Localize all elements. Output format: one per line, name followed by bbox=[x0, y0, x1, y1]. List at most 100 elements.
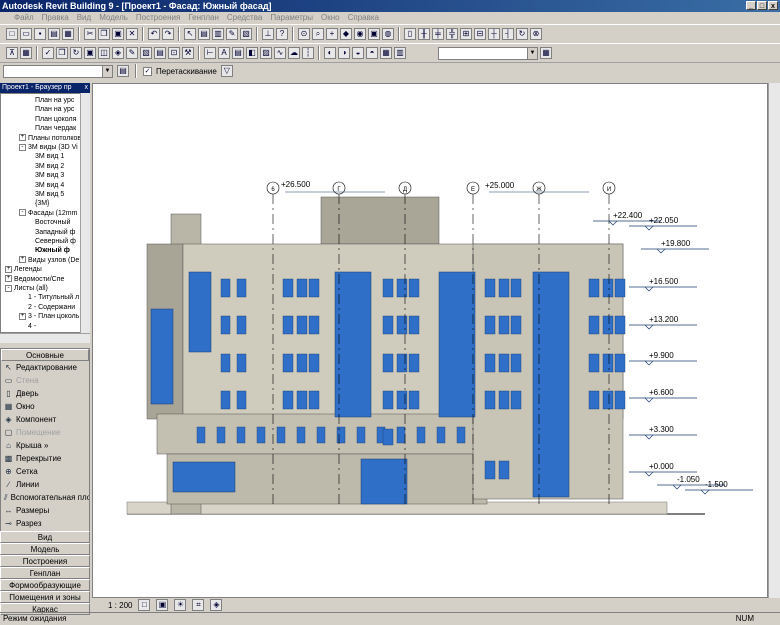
ungroup-icon[interactable]: ◫ bbox=[98, 47, 110, 59]
show-icon[interactable]: ▥ bbox=[394, 47, 406, 59]
array-icon[interactable]: ╬ bbox=[446, 28, 458, 40]
tab-basics[interactable]: Основные bbox=[1, 349, 89, 361]
mirror-icon[interactable]: ╪ bbox=[432, 28, 444, 40]
workset-icon[interactable]: ▦ bbox=[540, 47, 552, 59]
model-graphics-icon[interactable]: ▣ bbox=[156, 599, 169, 611]
open-icon[interactable]: ▭ bbox=[20, 28, 32, 40]
tool-lines[interactable]: ∕ Линии bbox=[1, 478, 89, 491]
offset-icon[interactable]: ┤ bbox=[502, 28, 514, 40]
camera-icon[interactable]: ◉ bbox=[354, 28, 366, 40]
insulation-icon[interactable]: ∿ bbox=[274, 47, 286, 59]
worksets-combo[interactable]: ▼ bbox=[438, 46, 538, 60]
type-selector[interactable]: ▼ bbox=[3, 64, 113, 78]
menu-site[interactable]: Генплан bbox=[188, 12, 219, 24]
copy-icon[interactable]: ❐ bbox=[98, 28, 110, 40]
paint-icon[interactable]: ▧ bbox=[140, 47, 152, 59]
symbol-icon[interactable]: ◧ bbox=[246, 47, 258, 59]
matchline-icon[interactable]: ┆ bbox=[302, 47, 314, 59]
tool-component[interactable]: ◈ Компонент bbox=[1, 413, 89, 426]
design-bar-tab[interactable]: Модель bbox=[0, 543, 90, 555]
split-face-icon[interactable]: ▤ bbox=[154, 47, 166, 59]
magnifier-icon[interactable]: ⌕ bbox=[312, 28, 324, 40]
design-bar-tab[interactable]: Генплан bbox=[0, 567, 90, 579]
design-bar-tab[interactable]: Вид bbox=[0, 531, 90, 543]
close-button[interactable]: x bbox=[768, 1, 778, 10]
project-browser-vscroll[interactable] bbox=[80, 93, 90, 333]
expand-icon[interactable]: + bbox=[19, 134, 26, 142]
drawing-area[interactable]: 6 Г Д Е Ж И +26.500 +25.000 +22.400 +22.050 +19.8… bbox=[92, 83, 768, 598]
project-browser-hscroll[interactable] bbox=[0, 333, 90, 343]
close-icon[interactable]: x bbox=[85, 83, 89, 93]
undo-icon[interactable]: ↶ bbox=[148, 28, 160, 40]
group-icon[interactable]: ▣ bbox=[84, 47, 96, 59]
menu-tools[interactable]: Средства bbox=[227, 12, 262, 24]
dimension-icon[interactable]: ⊼ bbox=[6, 47, 18, 59]
menu-model[interactable]: Модель bbox=[99, 12, 128, 24]
tool-grid[interactable]: ⊕ Сетка bbox=[1, 465, 89, 478]
tool-floor[interactable]: ▩ Перекрытие bbox=[1, 452, 89, 465]
section-box-icon[interactable]: ▯ bbox=[404, 28, 416, 40]
tool-window[interactable]: ▦ Окно bbox=[1, 400, 89, 413]
expand-icon[interactable]: + bbox=[5, 265, 12, 273]
tool-roof[interactable]: ⌂ Крыша » bbox=[1, 439, 89, 452]
help-icon[interactable]: ? bbox=[276, 28, 288, 40]
collapse-icon[interactable]: - bbox=[19, 209, 26, 217]
design-options-icon[interactable]: ◈ bbox=[112, 47, 124, 59]
project-browser-tree[interactable]: План на урс План на урс План цоколя План че… bbox=[0, 93, 90, 333]
menu-view[interactable]: Вид bbox=[77, 12, 91, 24]
expand-icon[interactable]: + bbox=[19, 312, 26, 320]
crop-icon[interactable]: ⌗ bbox=[192, 599, 205, 611]
tool-ref-plane[interactable]: ⫽ Вспомогательная пло bbox=[1, 491, 89, 504]
shadows-icon[interactable]: ☀ bbox=[174, 599, 187, 611]
filter-icon[interactable]: ▽ bbox=[220, 65, 233, 77]
menu-settings[interactable]: Параметры bbox=[270, 12, 313, 24]
tool-door[interactable]: ▯ Дверь bbox=[1, 387, 89, 400]
menu-help[interactable]: Справка bbox=[348, 12, 379, 24]
scale-icon[interactable]: ⊞ bbox=[460, 28, 472, 40]
level-icon[interactable]: ⊥ bbox=[262, 28, 274, 40]
tool-section[interactable]: ⊸ Разрез bbox=[1, 517, 89, 530]
menu-window[interactable]: Окно bbox=[321, 12, 340, 24]
delete-icon[interactable]: ✕ bbox=[126, 28, 138, 40]
new-file-icon[interactable]: □ bbox=[6, 28, 18, 40]
tool-arrow[interactable]: ↖ Редактирование bbox=[1, 361, 89, 374]
properties-icon[interactable]: ▤ bbox=[117, 65, 129, 77]
hide-icon[interactable]: ◐ bbox=[324, 47, 336, 59]
revision-icon[interactable]: ☁ bbox=[288, 47, 300, 59]
workplane-icon[interactable]: ▦ bbox=[380, 47, 392, 59]
save-icon[interactable]: ▪ bbox=[34, 28, 46, 40]
align-icon[interactable]: ╫ bbox=[418, 28, 430, 40]
3d-view-icon[interactable]: ◆ bbox=[340, 28, 352, 40]
linework-icon[interactable]: ✎ bbox=[126, 47, 138, 59]
isolate-icon[interactable]: ◑ bbox=[338, 47, 350, 59]
menu-file[interactable]: Файл bbox=[14, 12, 34, 24]
detail-icon[interactable]: ▤ bbox=[232, 47, 244, 59]
select-icon[interactable]: ↖ bbox=[184, 28, 196, 40]
drawing-vscroll[interactable] bbox=[768, 83, 780, 598]
design-bar-tab[interactable]: Построения bbox=[0, 555, 90, 567]
print-preview-icon[interactable]: ▦ bbox=[62, 28, 74, 40]
redo-icon[interactable]: ↷ bbox=[162, 28, 174, 40]
join-icon[interactable]: ⊡ bbox=[168, 47, 180, 59]
hide-isolate-icon[interactable]: ◈ bbox=[210, 599, 223, 611]
browser-tree-item[interactable]: 4 - bbox=[28, 322, 36, 332]
properties-icon[interactable]: ▤ bbox=[198, 28, 210, 40]
minimize-button[interactable]: _ bbox=[746, 1, 756, 10]
tool-dimension[interactable]: ↔ Размеры bbox=[1, 504, 89, 517]
expand-icon[interactable]: + bbox=[19, 256, 26, 264]
text-icon[interactable]: A bbox=[218, 47, 230, 59]
cube-icon[interactable]: ▣ bbox=[368, 28, 380, 40]
tag-icon[interactable]: ⊢ bbox=[204, 47, 216, 59]
modify-icon[interactable]: ✎ bbox=[226, 28, 238, 40]
split-icon[interactable]: ⊟ bbox=[474, 28, 486, 40]
view-scale[interactable]: 1 : 200 bbox=[108, 601, 132, 610]
pin-icon[interactable]: ⊗ bbox=[530, 28, 542, 40]
temp-hide-icon[interactable]: ◓ bbox=[366, 47, 378, 59]
detail-level-icon[interactable]: □ bbox=[138, 599, 151, 611]
rotate-icon[interactable]: ↻ bbox=[516, 28, 528, 40]
design-bar-tab[interactable]: Помещения и зоны bbox=[0, 591, 90, 603]
hammer-icon[interactable]: ⚒ bbox=[182, 47, 194, 59]
menu-edit[interactable]: Правка bbox=[42, 12, 69, 24]
region-icon[interactable]: ▨ bbox=[260, 47, 272, 59]
cut-icon[interactable]: ✂ bbox=[84, 28, 96, 40]
